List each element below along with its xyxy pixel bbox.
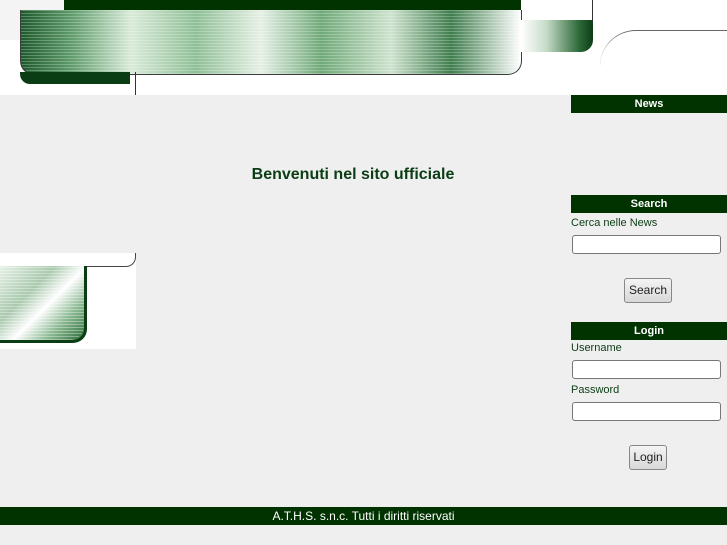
banner-right-tab — [521, 20, 593, 52]
banner-left-bar — [20, 72, 130, 84]
side-decoration — [0, 253, 136, 349]
username-input[interactable] — [572, 360, 721, 379]
search-box-title: Search — [571, 195, 727, 213]
password-input[interactable] — [572, 402, 721, 421]
login-box-title: Login — [571, 322, 727, 340]
login-button[interactable]: Login — [629, 445, 667, 470]
side-photo-office — [0, 266, 87, 343]
search-label: Cerca nelle News — [571, 217, 658, 229]
banner-photo-overlay — [21, 10, 521, 74]
search-input[interactable] — [572, 235, 721, 254]
password-label: Password — [571, 384, 620, 396]
search-button[interactable]: Search — [624, 278, 672, 303]
page: Benvenuti nel sito ufficiale News Search… — [0, 0, 727, 545]
footer-copyright: A.T.H.S. s.n.c. Tutti i diritti riservat… — [0, 507, 727, 525]
welcome-heading: Benvenuti nel sito ufficiale — [251, 166, 455, 183]
side-decoration-bar — [0, 253, 136, 267]
side-photo-overlay — [0, 266, 84, 340]
banner-divider-right — [592, 0, 593, 22]
banner-divider — [135, 72, 136, 95]
username-label: Username — [571, 342, 622, 354]
header-banner — [0, 0, 727, 95]
banner-top-bar — [64, 0, 521, 10]
banner-curve — [600, 30, 727, 66]
banner-photo-handshake — [20, 10, 522, 75]
news-box-title: News — [571, 95, 727, 113]
